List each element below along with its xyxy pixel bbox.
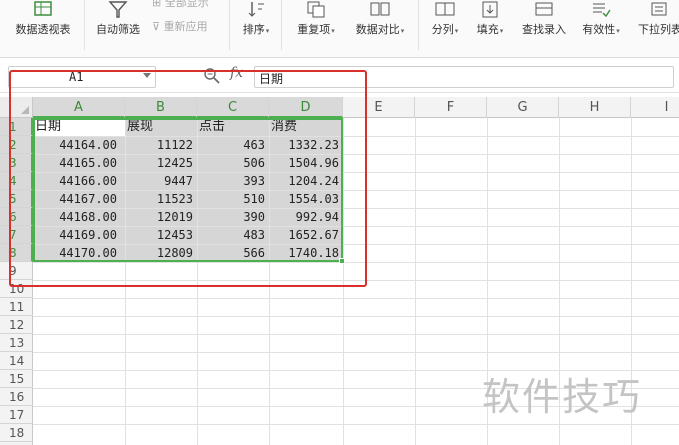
ribbon-separator xyxy=(229,0,230,50)
data-compare-label: 数据对比 xyxy=(355,23,400,36)
chevron-down-icon: ▾ xyxy=(454,27,459,35)
sort-icon xyxy=(248,2,264,17)
chevron-down-icon: ▾ xyxy=(265,27,270,35)
grid-line xyxy=(33,352,679,353)
grid-line xyxy=(33,334,679,335)
chevron-down-icon: ▾ xyxy=(331,27,335,35)
validity-button[interactable]: 有效性▾ xyxy=(576,0,626,54)
ribbon-toolbar: 数据透视表 自动筛选 ⊞ 全部显示 ⊽ 重新应用 排序▾ 重复项▾ 数据对比▾ … xyxy=(0,0,679,58)
grid-line xyxy=(33,424,679,425)
autofilter-button[interactable]: 自动筛选 xyxy=(90,0,146,54)
ribbon-separator xyxy=(84,0,85,50)
column-header-h[interactable]: H xyxy=(559,97,631,118)
show-all-icon: ⊞ xyxy=(152,0,162,9)
split-columns-label: 分列 xyxy=(431,23,454,36)
pivot-table-icon xyxy=(34,1,52,16)
split-columns-icon xyxy=(435,2,455,16)
lookup-entry-button[interactable]: 查找录入 xyxy=(516,0,572,54)
duplicates-label: 重复项 xyxy=(297,23,331,36)
column-header-f[interactable]: F xyxy=(415,97,487,118)
pivot-table-button[interactable]: 数据透视表 xyxy=(8,0,78,54)
fill-label: 填充 xyxy=(476,23,499,36)
sort-button[interactable]: 排序▾ xyxy=(236,0,276,54)
validity-label: 有效性 xyxy=(582,23,616,36)
grid-line xyxy=(415,118,416,445)
split-columns-button[interactable]: 分列▾ xyxy=(425,0,465,54)
grid-line xyxy=(33,316,679,317)
column-header-g[interactable]: G xyxy=(487,97,559,118)
data-compare-icon xyxy=(370,2,390,16)
row-header-12[interactable]: 12 xyxy=(0,316,33,334)
highlight-annotation-box xyxy=(9,70,367,287)
dropdown-list-label: 下拉列表 xyxy=(638,23,679,36)
fill-down-icon xyxy=(482,1,498,18)
duplicates-icon xyxy=(307,1,325,18)
duplicates-button[interactable]: 重复项▾ xyxy=(288,0,344,54)
pivot-table-label: 数据透视表 xyxy=(15,23,71,36)
row-header-11[interactable]: 11 xyxy=(0,298,33,316)
autofilter-label: 自动筛选 xyxy=(96,23,140,36)
dropdown-list-icon xyxy=(651,2,667,16)
column-header-i[interactable]: I xyxy=(631,97,679,118)
lookup-icon xyxy=(535,2,553,16)
filter-funnel-icon xyxy=(108,1,128,18)
watermark-text: 软件技巧 xyxy=(482,375,643,419)
ribbon-separator xyxy=(281,0,282,50)
row-header-13[interactable]: 13 xyxy=(0,334,33,352)
row-header-16[interactable]: 16 xyxy=(0,388,33,406)
validity-icon xyxy=(593,3,611,18)
ribbon-separator xyxy=(418,0,419,50)
sort-label: 排序 xyxy=(242,23,265,36)
dropdown-list-button[interactable]: 下拉列表 xyxy=(632,0,679,54)
row-header-14[interactable]: 14 xyxy=(0,352,33,370)
row-header-18[interactable]: 18 xyxy=(0,424,33,442)
fill-button[interactable]: 填充▾ xyxy=(470,0,510,54)
reapply-label: 重新应用 xyxy=(163,20,208,33)
chevron-down-icon: ▾ xyxy=(499,27,504,35)
reapply-filter-icon: ⊽ xyxy=(152,20,161,33)
chevron-down-icon: ▾ xyxy=(400,27,405,35)
chevron-down-icon: ▾ xyxy=(616,27,620,35)
data-compare-button[interactable]: 数据对比▾ xyxy=(348,0,412,54)
reapply-button[interactable]: ⊽ 重新应用 xyxy=(152,20,208,34)
row-header-15[interactable]: 15 xyxy=(0,370,33,388)
lookup-entry-label: 查找录入 xyxy=(522,23,566,36)
show-all-label: 全部显示 xyxy=(164,0,209,9)
grid-line xyxy=(33,298,679,299)
show-all-button[interactable]: ⊞ 全部显示 xyxy=(152,0,209,10)
row-header-17[interactable]: 17 xyxy=(0,406,33,424)
